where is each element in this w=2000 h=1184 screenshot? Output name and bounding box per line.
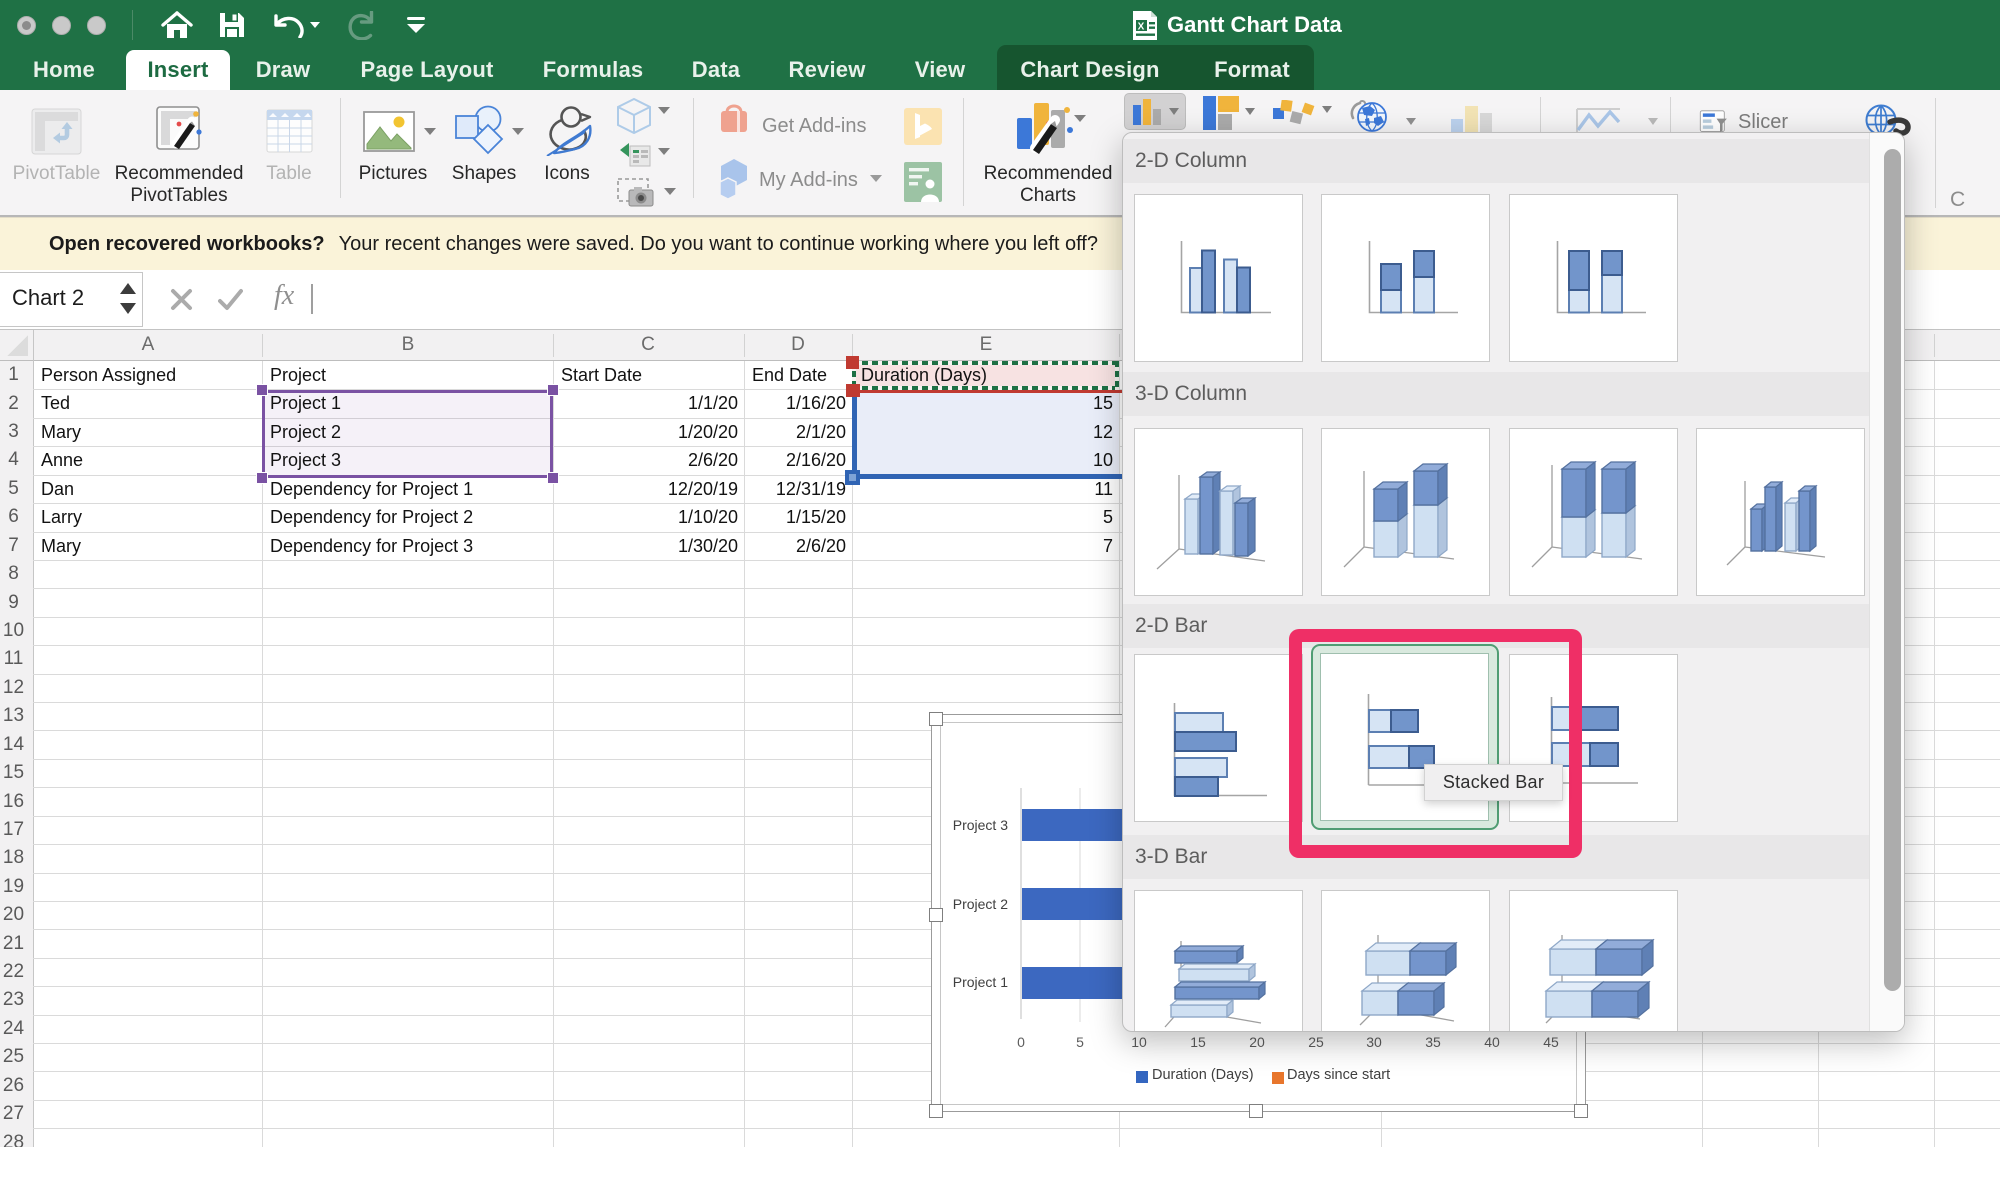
svg-text:X: X xyxy=(1138,22,1145,33)
